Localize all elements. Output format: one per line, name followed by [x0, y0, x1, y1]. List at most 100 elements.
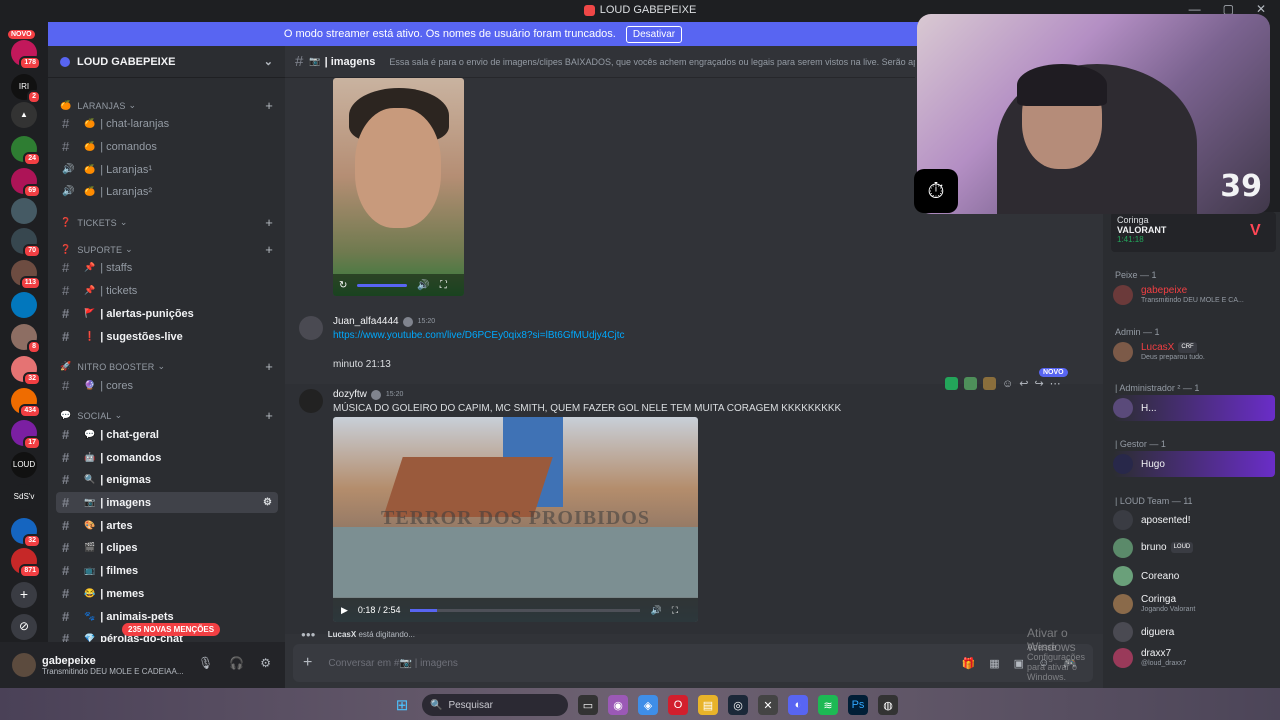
channel-item[interactable]: # 😂 | memes: [56, 583, 278, 604]
photoshop-icon[interactable]: Ps: [848, 695, 868, 715]
video-timeline[interactable]: [410, 608, 641, 612]
avatar[interactable]: [12, 653, 36, 677]
server-icon[interactable]: 69: [11, 168, 41, 198]
video-attachment-2[interactable]: TERROR DOS PROIBIDOS ▶ 0:18 / 2:54 🔊 ⛶: [333, 417, 698, 622]
microphone-icon[interactable]: 🎙: [198, 656, 213, 670]
add-channel-icon[interactable]: +: [265, 359, 273, 374]
spotify-icon[interactable]: ≋: [818, 695, 838, 715]
headphones-icon[interactable]: 🎧: [229, 656, 244, 670]
server-header[interactable]: LOUD GABEPEIXE ⌄: [48, 46, 285, 78]
add-channel-icon[interactable]: +: [265, 215, 273, 230]
server-icon[interactable]: 178: [11, 40, 41, 70]
channel-item[interactable]: # 🚩 | alertas-punições: [56, 303, 278, 324]
fullscreen-icon[interactable]: ⛶: [440, 280, 447, 291]
play-icon[interactable]: ▶: [341, 605, 348, 616]
channel-item[interactable]: # 🔍 | enigmas: [56, 469, 278, 490]
activity-card[interactable]: Coringa VALORANT 1:41:18 V: [1111, 212, 1276, 252]
message-input[interactable]: Conversar em #📷 | imagens: [328, 658, 458, 669]
message-composer[interactable]: + Conversar em #📷 | imagens 🎁 ▦ ▣ ☺ 🎮: [293, 644, 1093, 682]
server-icon[interactable]: 434: [11, 388, 41, 418]
server-icon[interactable]: SdS'v: [11, 484, 37, 510]
member-item[interactable]: Hugo: [1113, 451, 1275, 477]
channel-item[interactable]: # 🎨 | artes: [56, 515, 278, 536]
server-icon[interactable]: 8: [11, 324, 41, 354]
taskbar-search[interactable]: 🔍 Pesquisar: [422, 694, 568, 716]
chevron-down-icon[interactable]: ⌄: [264, 55, 273, 68]
channel-item[interactable]: # 🎬 | clipes: [56, 537, 278, 558]
channel-item[interactable]: # 📌 | staffs: [56, 257, 278, 278]
opera-icon[interactable]: O: [668, 695, 688, 715]
channel-item[interactable]: # 📷 | imagens ⚙: [56, 492, 278, 513]
server-icon[interactable]: 17: [11, 420, 41, 450]
member-item[interactable]: Coreano: [1113, 563, 1275, 589]
member-item[interactable]: Coringa Jogando Valorant: [1113, 591, 1275, 617]
server-icon[interactable]: 871: [11, 548, 41, 578]
member-item[interactable]: diguera: [1113, 619, 1275, 645]
reply-icon[interactable]: ↩: [1019, 377, 1028, 390]
steam-icon[interactable]: ◎: [728, 695, 748, 715]
add-server-icon[interactable]: +: [11, 582, 37, 608]
copilot-icon[interactable]: ◈: [638, 695, 658, 715]
member-item[interactable]: aposented!: [1113, 507, 1275, 533]
channel-item[interactable]: # 💬 | chat-geral: [56, 424, 278, 445]
avatar[interactable]: [299, 316, 323, 340]
task-view-icon[interactable]: ▭: [578, 695, 598, 715]
server-icon[interactable]: 113: [11, 260, 41, 290]
replay-icon[interactable]: ↻: [339, 280, 347, 291]
new-mentions-pill[interactable]: 235 NOVAS MENÇÕES: [122, 623, 221, 636]
add-channel-icon[interactable]: +: [265, 408, 273, 423]
channel-item[interactable]: # 🍊 | chat-laranjas: [56, 113, 278, 134]
channel-item[interactable]: 🔊 🍊 | Laranjas²: [56, 181, 278, 202]
channel-category[interactable]: ❓ TICKETS ⌄ +: [60, 215, 273, 230]
discord-icon[interactable]: ◐: [788, 695, 808, 715]
volume-icon[interactable]: 🔊: [417, 280, 429, 291]
fullscreen-icon[interactable]: ⛶: [672, 605, 678, 616]
server-icon[interactable]: ▲: [11, 102, 37, 128]
add-attachment-icon[interactable]: +: [303, 654, 312, 672]
more-options-icon[interactable]: ⋯: [1050, 377, 1061, 390]
message-author[interactable]: Juan_alfa4444: [333, 316, 399, 327]
server-icon[interactable]: IRI 2: [11, 74, 41, 104]
channel-item[interactable]: # 🤖 | comandos: [56, 447, 278, 468]
settings-gear-icon[interactable]: ⚙: [260, 656, 271, 670]
app-icon[interactable]: ✕: [758, 695, 778, 715]
reaction-check-icon[interactable]: [945, 377, 958, 390]
channel-item[interactable]: # ❗ | sugestões-live: [56, 326, 278, 347]
reaction-emoji-icon[interactable]: [964, 377, 977, 390]
video-attachment-1[interactable]: ↻ 🔊 ⛶: [333, 78, 464, 296]
server-icon[interactable]: [11, 292, 37, 318]
disable-streamer-button[interactable]: Desativar: [625, 25, 683, 43]
obs-icon[interactable]: ◍: [878, 695, 898, 715]
member-item[interactable]: bruno LOUD: [1113, 535, 1275, 561]
avatar[interactable]: [299, 389, 323, 413]
reaction-emoji-icon[interactable]: [983, 377, 996, 390]
gif-icon[interactable]: ▦: [989, 657, 999, 670]
channel-item[interactable]: 🔊 🍊 | Laranjas¹: [56, 159, 278, 180]
member-item[interactable]: draxx7 @loud_draxx7: [1113, 645, 1275, 671]
channel-item[interactable]: # 📺 | filmes: [56, 560, 278, 581]
app-icon[interactable]: ◉: [608, 695, 628, 715]
channel-settings-icon[interactable]: ⚙: [263, 497, 272, 508]
server-icon[interactable]: LOUD: [11, 452, 37, 478]
volume-bar[interactable]: [357, 283, 408, 287]
server-icon[interactable]: 32: [11, 518, 41, 548]
channel-category[interactable]: 🍊 LARANJAS ⌄ +: [60, 98, 273, 113]
member-item[interactable]: LucasX CRF Deus preparou tudo.: [1113, 339, 1275, 365]
explore-icon[interactable]: ⊘: [11, 614, 37, 640]
message-link[interactable]: https://www.youtube.com/live/D6PCEy0qix8…: [333, 330, 625, 341]
member-item[interactable]: gabepeixe Transmitindo DEU MOLE E CA...: [1113, 282, 1275, 308]
sticker-icon[interactable]: ▣: [1014, 657, 1024, 670]
add-reaction-icon[interactable]: ☺: [1002, 378, 1013, 390]
add-channel-icon[interactable]: +: [265, 98, 273, 113]
channel-item[interactable]: # 📌 | tickets: [56, 280, 278, 301]
channel-category[interactable]: 🚀 NITRO BOOSTER ⌄ +: [60, 359, 273, 374]
channel-category[interactable]: ❓ SUPORTE ⌄ +: [60, 242, 273, 257]
server-icon[interactable]: 24: [11, 136, 41, 166]
channel-category[interactable]: 💬 SOCIAL ⌄ +: [60, 408, 273, 423]
gift-icon[interactable]: 🎁: [962, 657, 976, 670]
channel-item[interactable]: # 🔮 | cores: [56, 375, 278, 396]
windows-start-icon[interactable]: ⊞: [392, 695, 412, 715]
message-author[interactable]: dozyftw: [333, 389, 367, 400]
server-icon[interactable]: 70: [11, 228, 41, 258]
forward-icon[interactable]: ↪: [1034, 377, 1043, 390]
